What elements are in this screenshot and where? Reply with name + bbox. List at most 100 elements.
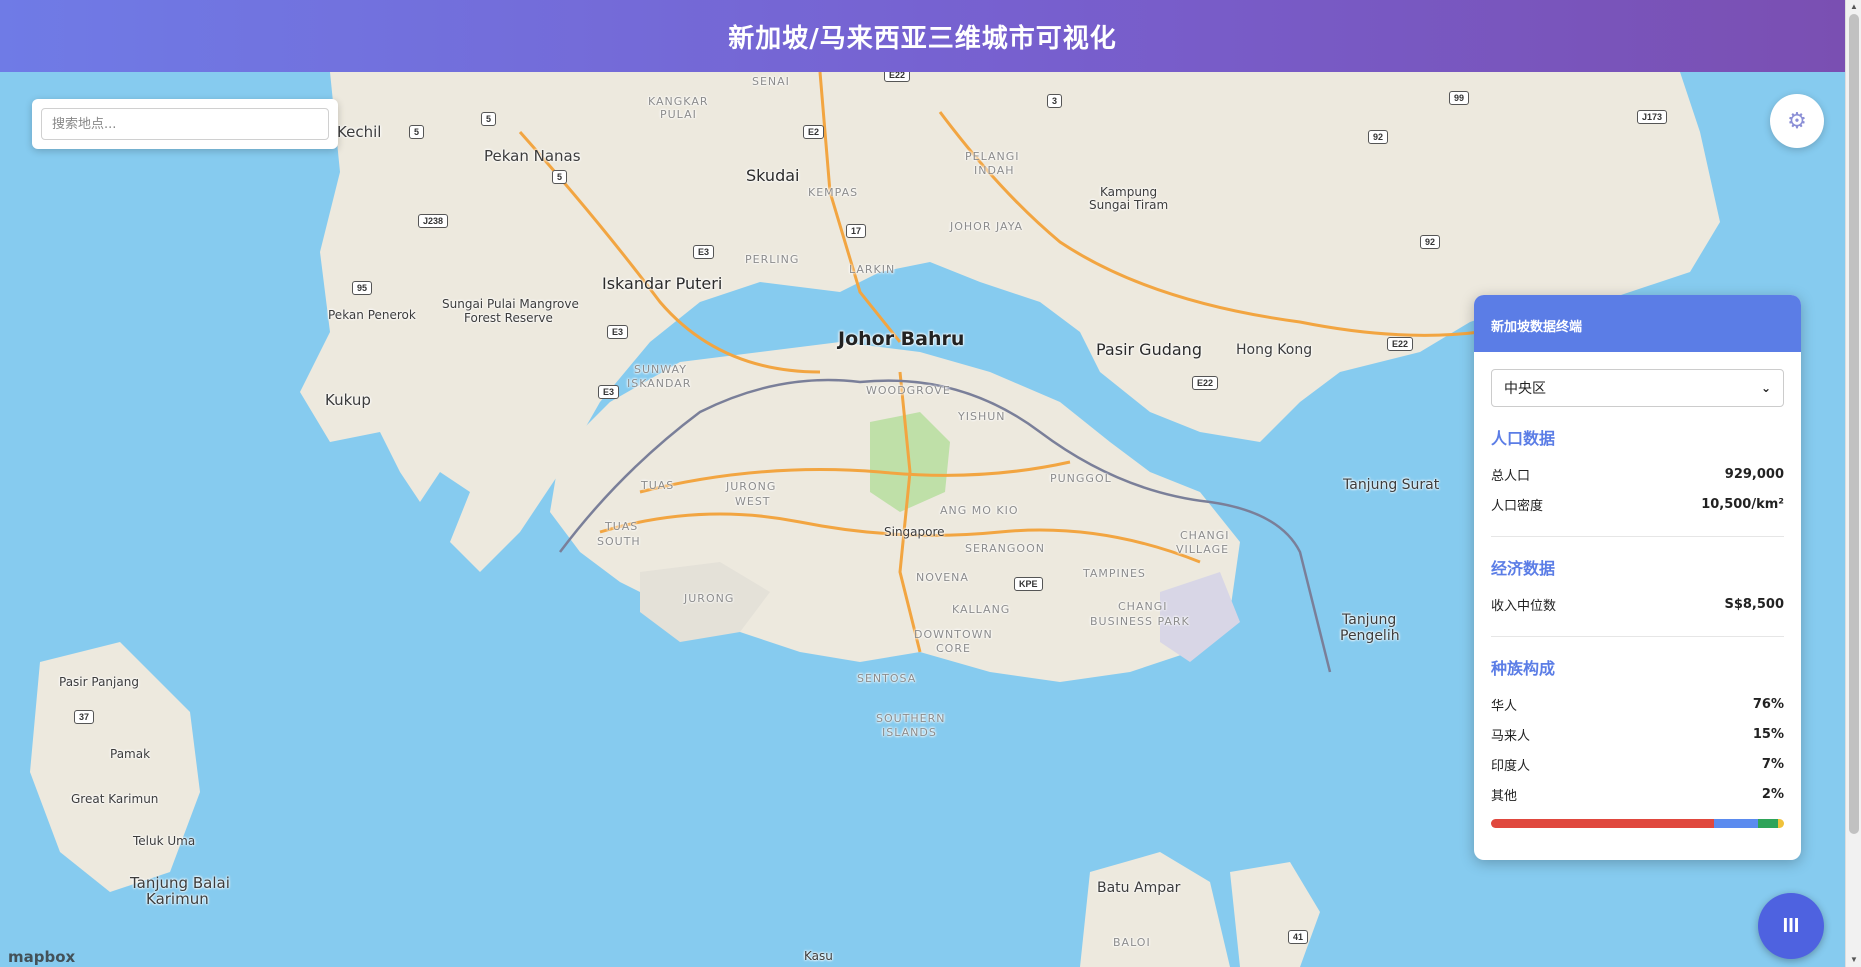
stat-label: 收入中位数 xyxy=(1491,598,1557,614)
place-label: Pengelih xyxy=(1340,628,1400,644)
district-select-value: 中央区 xyxy=(1504,381,1546,397)
district-label: SOUTH xyxy=(597,535,641,548)
search-container xyxy=(32,99,338,149)
gear-icon: ⚙ xyxy=(1787,108,1807,133)
vertical-scrollbar[interactable]: ▲ ▼ xyxy=(1845,0,1861,967)
land-bintan xyxy=(1230,862,1320,967)
ethnic-value: 15% xyxy=(1752,726,1784,742)
district-label: TUAS xyxy=(605,520,639,533)
ethnicity-bar-segment xyxy=(1491,819,1714,828)
stat-value: 10,500/km² xyxy=(1701,496,1784,512)
settings-button[interactable]: ⚙ xyxy=(1770,94,1824,148)
place-label: Great Karimun xyxy=(71,792,159,806)
road-shield: E22 xyxy=(1192,376,1219,390)
ethnicity-bar-segment xyxy=(1757,819,1779,828)
ethnic-value: 2% xyxy=(1761,786,1784,802)
road-shield: 92 xyxy=(1420,235,1441,249)
road-shield: 95 xyxy=(352,281,373,295)
district-label: WOODGROVE xyxy=(866,384,951,397)
place-label: Kampung xyxy=(1100,185,1158,199)
place-label: Kechil xyxy=(337,123,382,141)
ethnic-row: 其他 2% xyxy=(1491,779,1784,809)
stat-row: 人口密度 10,500/km² xyxy=(1491,489,1784,519)
road-shield: J238 xyxy=(418,214,449,228)
population-section-title: 人口数据 xyxy=(1491,429,1556,448)
district-label: PELANGI xyxy=(965,150,1020,163)
ethnic-value: 76% xyxy=(1752,696,1784,712)
district-label: DOWNTOWN xyxy=(914,628,993,641)
place-label: Pekan Penerok xyxy=(328,308,416,322)
place-label: Pasir Gudang xyxy=(1096,340,1202,359)
place-label: Pamak xyxy=(110,747,151,761)
district-label: CHANGI xyxy=(1118,600,1168,613)
road-shield: 37 xyxy=(74,710,95,724)
place-label: Karimun xyxy=(146,890,209,908)
road-shield: E22 xyxy=(1387,337,1414,351)
panel-title: 新加坡数据终端 xyxy=(1474,295,1801,352)
place-label: BALOI xyxy=(1113,936,1151,949)
place-label: Tanjung Surat xyxy=(1343,477,1440,493)
scroll-up-arrow-icon[interactable]: ▲ xyxy=(1846,0,1861,14)
scroll-thumb[interactable] xyxy=(1849,14,1859,834)
district-label: SENAI xyxy=(752,75,790,88)
land-batam xyxy=(1080,852,1230,967)
district-label: ISKANDAR xyxy=(627,377,692,390)
road-shield: 41 xyxy=(1288,930,1309,944)
district-label: JURONG xyxy=(684,592,735,605)
district-label: KEMPAS xyxy=(808,186,859,199)
mapbox-logo-text: mapbox xyxy=(8,948,76,966)
district-label: LARKIN xyxy=(849,263,896,276)
district-label: KALLANG xyxy=(952,603,1011,616)
district-label: SENTOSA xyxy=(857,672,917,685)
district-label: SOUTHERN xyxy=(876,712,946,725)
district-label: PULAI xyxy=(660,108,697,121)
district-label: JOHOR JAYA xyxy=(950,220,1024,233)
place-label: Tanjung xyxy=(1342,612,1397,628)
road-shield: 3 xyxy=(1047,94,1063,108)
place-label: Sungai Tiram xyxy=(1089,198,1169,212)
district-label: ISLANDS xyxy=(882,726,937,739)
layers-toggle-button[interactable]: III xyxy=(1758,893,1824,959)
ethnic-label: 印度人 xyxy=(1491,758,1531,774)
district-label: YISHUN xyxy=(958,410,1006,423)
search-input[interactable] xyxy=(41,108,329,140)
stat-row: 收入中位数 S$8,500 xyxy=(1491,589,1784,619)
road-shield: E22 xyxy=(884,72,911,82)
place-label: Sungai Pulai Mangrove xyxy=(442,297,579,311)
chevron-down-icon: ⌄ xyxy=(1760,381,1771,395)
app-viewport: 新加坡/马来西亚三维城市可视化 E22 E2 3 5 5 5 J238 E3 1… xyxy=(0,0,1845,967)
road-shield: 17 xyxy=(846,224,867,238)
place-label: Pekan Nanas xyxy=(484,147,581,165)
bars-icon: III xyxy=(1782,914,1800,937)
district-label: PERLING xyxy=(745,253,800,266)
scroll-down-arrow-icon[interactable]: ▼ xyxy=(1846,953,1861,967)
district-label: SUNWAY xyxy=(634,363,687,376)
road-shield: E3 xyxy=(693,245,715,259)
ethnicity-section-title: 种族构成 xyxy=(1491,659,1556,678)
stat-row: 总人口 929,000 xyxy=(1491,459,1784,489)
district-label: WEST xyxy=(735,495,771,508)
place-label: Batu Ampar xyxy=(1097,880,1181,896)
district-label: TAMPINES xyxy=(1083,567,1146,580)
district-label: ANG MO KIO xyxy=(940,504,1019,517)
ethnic-label: 华人 xyxy=(1491,698,1518,714)
mapbox-logo[interactable]: mapbox xyxy=(8,948,75,966)
stat-label: 总人口 xyxy=(1491,468,1531,484)
place-label: Forest Reserve xyxy=(464,311,553,325)
ethnicity-bar xyxy=(1491,819,1784,828)
stat-label: 人口密度 xyxy=(1491,498,1544,514)
ethnic-row: 华人 76% xyxy=(1491,689,1784,719)
road-shield: 92 xyxy=(1368,130,1389,144)
district-select[interactable]: 中央区 ⌄ xyxy=(1491,369,1784,407)
district-label: CORE xyxy=(936,642,971,655)
ethnic-row: 马来人 15% xyxy=(1491,719,1784,749)
road-shield: 5 xyxy=(552,170,568,184)
place-label: Skudai xyxy=(746,166,800,185)
page-title: 新加坡/马来西亚三维城市可视化 xyxy=(728,23,1117,54)
ethnicity-bar-segment xyxy=(1778,819,1784,828)
divider xyxy=(1491,636,1784,637)
road-shield: 5 xyxy=(481,112,497,126)
stat-value: 929,000 xyxy=(1724,466,1784,482)
district-label: BUSINESS PARK xyxy=(1090,615,1190,628)
place-label: Pasir Panjang xyxy=(59,675,139,689)
